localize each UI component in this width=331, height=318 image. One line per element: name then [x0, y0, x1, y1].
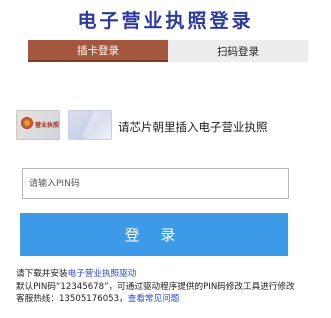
driver-note: 请下载并安装电子营业执照驱动 [16, 268, 295, 281]
page-title: 电子营业执照登录 [77, 10, 254, 32]
insert-card-prompt: 请芯片朝里插入电子营业执照 [118, 120, 268, 134]
tab-card-login[interactable]: 插卡登录 [28, 40, 168, 62]
driver-download-link[interactable]: 电子营业执照驱动 [68, 269, 137, 279]
pin-input[interactable] [22, 168, 289, 199]
license-card-stamp: 营业执照 [35, 122, 60, 129]
faq-link[interactable]: 查看常见问题 [128, 294, 180, 304]
business-license-card-image: 营业执照 [16, 110, 60, 140]
card-gloss [81, 111, 111, 139]
login-mode-tabs: 插卡登录 扫码登录 [28, 40, 308, 62]
driver-note-prefix: 请下载并安装 [16, 269, 68, 279]
tab-qr-login[interactable]: 扫码登录 [168, 40, 308, 62]
default-pin-note: 默认PIN码“12345678”，可通过驱动程序提供的PIN码修改工具进行修改 [16, 281, 295, 292]
card-illustrations: 营业执照 [16, 110, 112, 140]
hotline-note: 客服热线：13505176053，查看常见问题 [16, 293, 295, 306]
hotline-text: 客服热线：13505176053， [16, 294, 128, 305]
chip-card-image [68, 110, 112, 140]
login-button[interactable]: 登 录 [20, 213, 288, 256]
national-emblem-icon [21, 117, 33, 129]
help-notes: 请下载并安装电子营业执照驱动 默认PIN码“12345678”，可通过驱动程序提… [16, 268, 295, 306]
